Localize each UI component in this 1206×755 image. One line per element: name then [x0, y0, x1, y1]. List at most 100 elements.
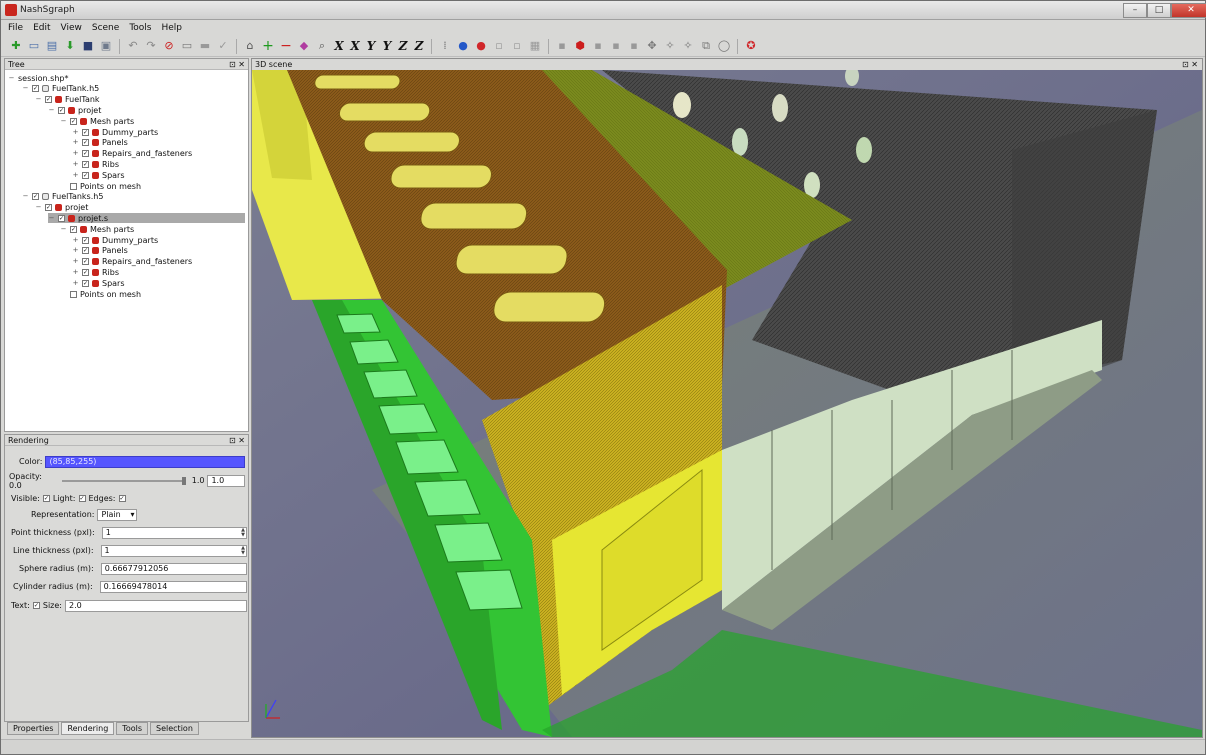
layout-2-icon[interactable]: ▫ — [510, 39, 524, 53]
save-as-icon[interactable]: ▣ — [99, 39, 113, 53]
open-icon[interactable]: ▭ — [27, 39, 41, 53]
filter-1-icon[interactable]: ▪ — [591, 39, 605, 53]
view-x-minus-button[interactable]: X — [349, 39, 361, 53]
star-1-icon[interactable]: ✧ — [663, 39, 677, 53]
visibility-checkbox[interactable]: ✓ — [70, 117, 77, 125]
paint-icon[interactable]: ⌂ — [243, 39, 257, 53]
tree-item[interactable]: − ✓ projet.s — [48, 213, 245, 224]
visibility-checkbox[interactable]: ✓ — [70, 225, 77, 233]
light-checkbox[interactable]: ✓ — [78, 495, 86, 502]
tree-item[interactable]: − ✓ FuelTank — [35, 95, 100, 105]
tree-item[interactable]: + ✓ Ribs — [72, 267, 119, 277]
collapse-icon[interactable]: − — [35, 96, 42, 103]
zoom-icon[interactable]: ⌕ — [315, 39, 329, 53]
box-select-icon[interactable]: ⧉ — [699, 39, 713, 53]
color-icon[interactable]: ◆ — [297, 39, 311, 53]
visibility-checkbox[interactable]: ✓ — [58, 106, 65, 114]
grid-icon[interactable]: ⁞ — [438, 39, 452, 53]
view-y-plus-button[interactable]: Y — [365, 39, 377, 53]
collapse-icon[interactable]: − — [60, 225, 67, 233]
opacity-input[interactable]: 1.0 — [207, 474, 245, 487]
visibility-checkbox[interactable]: ✓ — [82, 150, 89, 158]
visibility-checkbox[interactable]: ✓ — [82, 139, 89, 147]
visibility-checkbox[interactable]: ✓ — [32, 85, 39, 93]
collapse-icon[interactable]: − — [8, 74, 15, 82]
minimize-button[interactable]: – — [1123, 3, 1147, 18]
tree-item[interactable]: − ✓ FuelTank.h5 — [22, 84, 100, 94]
expand-icon[interactable]: + — [72, 268, 79, 276]
menu-tools[interactable]: Tools — [129, 23, 151, 33]
shield-icon[interactable]: ⬢ — [573, 39, 587, 53]
visibility-checkbox[interactable]: ✓ — [82, 247, 89, 255]
tree-item[interactable]: − ✓ FuelTanks.h5 — [22, 192, 104, 202]
tab-tools[interactable]: Tools — [116, 722, 149, 735]
tree-item[interactable]: − ✓ projet — [48, 105, 102, 115]
menu-file[interactable]: File — [8, 23, 23, 33]
tree-item[interactable]: + ✓ Spars — [72, 278, 125, 288]
tree-item[interactable]: + ✓ Panels — [72, 246, 128, 256]
visibility-checkbox[interactable]: ✓ — [82, 236, 89, 244]
expand-icon[interactable]: + — [72, 139, 79, 146]
dock-buttons-icon[interactable]: ⊡ ✕ — [229, 435, 245, 446]
tab-properties[interactable]: Properties — [7, 722, 60, 735]
spinner-arrows-icon[interactable]: ▲ ▼ — [241, 527, 245, 538]
dock-buttons-icon[interactable]: ⊡ ✕ — [229, 59, 245, 70]
3d-model-render[interactable] — [252, 70, 1202, 737]
visibility-checkbox[interactable] — [70, 182, 77, 190]
layout-3-icon[interactable]: ▦ — [528, 39, 542, 53]
rectangle-icon[interactable]: ▭ — [180, 39, 194, 53]
tree-item[interactable]: − ✓ Mesh parts — [60, 224, 135, 234]
color-field[interactable]: (85,85,255) — [45, 455, 245, 468]
download-icon[interactable]: ⬇ — [63, 39, 77, 53]
visibility-checkbox[interactable]: ✓ — [82, 258, 89, 266]
move-icon[interactable]: ✥ — [645, 39, 659, 53]
text-checkbox[interactable]: ✓ — [32, 602, 40, 609]
star-2-icon[interactable]: ✧ — [681, 39, 695, 53]
collapse-icon[interactable] — [60, 291, 67, 298]
visibility-checkbox[interactable]: ✓ — [82, 171, 89, 179]
edges-checkbox[interactable]: ✓ — [118, 495, 126, 502]
tab-rendering[interactable]: Rendering — [61, 722, 115, 735]
expand-icon[interactable]: + — [72, 247, 79, 254]
tree-item[interactable]: + ✓ Spars — [72, 170, 125, 180]
remove-icon[interactable]: − — [279, 39, 293, 53]
cylinder-radius-input[interactable]: 0.16669478014 — [99, 580, 247, 593]
view-z-minus-button[interactable]: Z — [413, 39, 425, 53]
tree-item[interactable]: + ✓ Ribs — [72, 159, 119, 169]
add-icon[interactable]: + — [261, 39, 275, 53]
visibility-checkbox[interactable]: ✓ — [32, 193, 39, 201]
save-icon[interactable]: ■ — [81, 39, 95, 53]
visibility-checkbox[interactable]: ✓ — [58, 214, 65, 222]
line-thickness-input[interactable]: 1 ▲ ▼ — [100, 544, 247, 557]
tree-item[interactable]: − session.shp* — [8, 73, 69, 83]
circle-select-icon[interactable]: ◯ — [717, 39, 731, 53]
representation-select[interactable]: Plain ▾ — [97, 508, 138, 521]
stop-icon[interactable]: ⊘ — [162, 39, 176, 53]
visibility-checkbox[interactable]: ✓ — [82, 128, 89, 136]
expand-icon[interactable]: + — [72, 171, 79, 179]
tree-item[interactable]: Points on mesh — [60, 181, 141, 191]
new-session-icon[interactable]: ✚ — [9, 39, 23, 53]
menu-help[interactable]: Help — [161, 23, 182, 33]
sphere-radius-input[interactable]: 0.66677912056 — [100, 562, 247, 575]
tree-item[interactable]: + ✓ Repairs_and_fasteners — [72, 149, 193, 159]
tree-item[interactable]: Points on mesh — [60, 289, 141, 299]
visibility-checkbox[interactable] — [70, 290, 77, 298]
tree-item[interactable]: − ✓ projet — [35, 203, 89, 213]
lifebuoy-icon[interactable]: ✪ — [744, 39, 758, 53]
dock-buttons-icon[interactable]: ⊡ ✕ — [1182, 59, 1198, 70]
menu-scene[interactable]: Scene — [92, 23, 119, 33]
expand-icon[interactable]: + — [72, 279, 79, 287]
visibility-checkbox[interactable]: ✓ — [82, 268, 89, 276]
filter-2-icon[interactable]: ▪ — [609, 39, 623, 53]
maximize-button[interactable]: □ — [1147, 3, 1171, 18]
collapse-icon[interactable]: − — [35, 204, 42, 211]
visible-checkbox[interactable]: ✓ — [42, 495, 50, 502]
view-x-plus-button[interactable]: X — [333, 39, 345, 53]
point-thickness-input[interactable]: 1 ▲ ▼ — [101, 526, 247, 539]
opacity-slider-handle[interactable] — [181, 476, 186, 485]
layout-1-icon[interactable]: ▫ — [492, 39, 506, 53]
collapse-icon[interactable]: − — [22, 85, 29, 92]
expand-icon[interactable]: + — [72, 128, 79, 136]
expand-icon[interactable]: + — [72, 160, 79, 168]
